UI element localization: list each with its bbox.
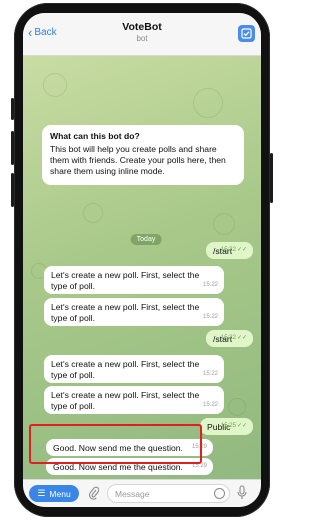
- bot-avatar-checkbox-icon[interactable]: [238, 25, 255, 42]
- date-chip: Today: [130, 234, 162, 245]
- message-time: 15:22: [202, 314, 218, 320]
- bot-description-card: What can this bot do? This bot will help…: [42, 125, 244, 185]
- bot-description-text: This bot will help you create polls and …: [50, 144, 226, 176]
- double-check-icon: ✓✓: [236, 247, 247, 253]
- message-time: 15:22: [220, 335, 236, 341]
- message-text: Let's create a new poll. First, select t…: [51, 270, 200, 291]
- message-time: 15:25: [220, 423, 236, 429]
- message-input[interactable]: [107, 484, 230, 503]
- phone-side-button: [11, 173, 14, 207]
- phone-side-button: [270, 153, 273, 203]
- message-incoming[interactable]: Let's create a new poll. First, select t…: [44, 386, 224, 414]
- menu-button[interactable]: ☰ Menu: [29, 485, 79, 502]
- message-text: Let's create a new poll. First, select t…: [51, 390, 200, 411]
- chat-header: ‹ Back VoteBot bot: [23, 13, 261, 56]
- double-check-icon: ✓✓: [236, 423, 247, 429]
- phone-side-button: [11, 98, 14, 120]
- message-outgoing[interactable]: /start 15:22✓✓: [206, 330, 253, 347]
- message-incoming[interactable]: Let's create a new poll. First, select t…: [44, 266, 224, 294]
- highlight-box: [29, 424, 202, 464]
- message-input-bar: ☰ Menu: [23, 479, 261, 507]
- message-time: 15:22: [220, 247, 236, 253]
- chat-title: VoteBot: [122, 21, 162, 33]
- chat-subtitle: bot: [136, 34, 148, 43]
- phone-side-button: [11, 131, 14, 165]
- message-time: 15:22: [202, 282, 218, 288]
- message-time: 15:22: [202, 402, 218, 408]
- message-text: Let's create a new poll. First, select t…: [51, 359, 200, 380]
- message-text: Let's create a new poll. First, select t…: [51, 302, 200, 323]
- menu-icon: ☰: [37, 488, 46, 498]
- message-incoming[interactable]: Let's create a new poll. First, select t…: [44, 355, 224, 383]
- paperclip-icon[interactable]: [88, 486, 100, 503]
- menu-label: Menu: [49, 488, 71, 499]
- sticker-icon[interactable]: [214, 488, 225, 499]
- message-outgoing[interactable]: /start 15:22✓✓: [206, 242, 253, 259]
- double-check-icon: ✓✓: [236, 335, 247, 341]
- microphone-icon[interactable]: [237, 485, 247, 506]
- message-outgoing[interactable]: Public 15:25✓✓: [200, 418, 253, 435]
- message-time: 15:22: [202, 371, 218, 377]
- bot-description-heading: What can this bot do?: [50, 131, 140, 141]
- message-incoming[interactable]: Let's create a new poll. First, select t…: [44, 298, 224, 326]
